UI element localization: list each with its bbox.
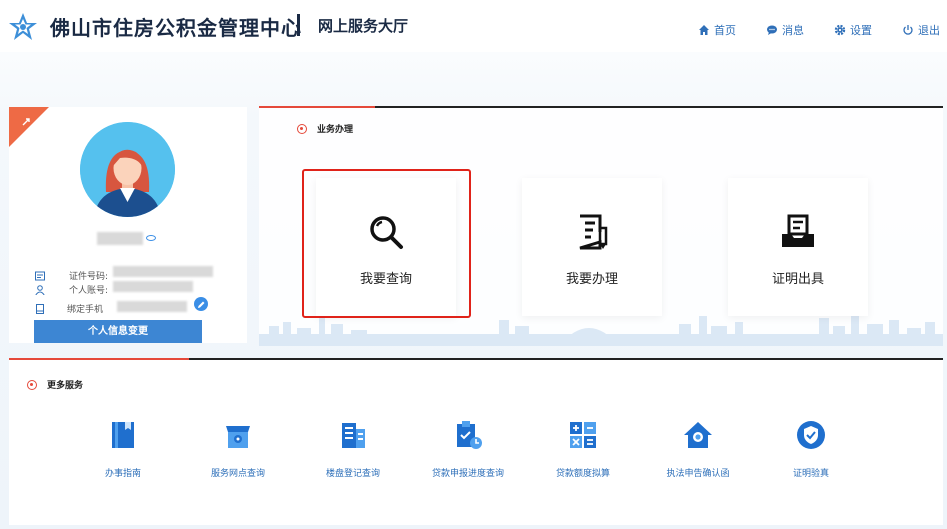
user-icon [35,284,45,295]
masked-id-number [113,266,213,277]
service-loan-progress[interactable]: 贷款申报进度查询 [413,420,523,479]
certificate-card-label: 证明出具 [771,272,824,287]
handle-card-label: 我要办理 [565,272,618,287]
eye-icon[interactable] [146,235,156,241]
nav-messages[interactable]: 消息 [766,22,804,38]
service-certificate-verify[interactable]: 证明验真 [756,420,866,479]
logout-icon [903,25,913,35]
home-icon [699,25,709,35]
message-icon [767,25,777,35]
site-subtitle: 网上服务大厅 [318,17,409,35]
service-enforcement-letter-label: 执法申告确认函 [666,469,730,479]
nav-home-label: 首页 [714,24,736,37]
service-outlet-icon [226,426,250,448]
phone-icon [36,303,44,314]
guide-book-icon [112,422,134,448]
calculator-icon [570,422,596,448]
phone-row: 绑定手机 [35,302,103,315]
avatar-illustration-icon [80,122,175,217]
avatar [80,122,175,217]
shield-check-icon [797,421,825,449]
masked-account-number [113,281,193,292]
phone-label: 绑定手机 [67,305,104,315]
header: 佛山市住房公积金管理中心 网上服务大厅 首页 消息 设置 退出 [0,0,947,52]
nav-settings-label: 设置 [850,24,872,37]
target-dot-icon [297,123,307,134]
id-row: 证件号码: [35,269,108,282]
business-section-label: 业务办理 [317,125,354,135]
masked-name [97,232,143,245]
logo-icon [9,13,37,40]
business-section-title: 业务办理 [297,122,353,135]
settings-icon [834,24,846,36]
service-guide[interactable]: 办事指南 [68,420,178,479]
nav-settings[interactable]: 设置 [834,22,872,38]
service-outlet-query[interactable]: 服务网点查询 [183,420,293,479]
more-services-panel: 更多服务 办事指南 服务网点查询 楼盘登记查询 贷款申报进度查询 贷款额度拟算 … [9,358,943,525]
more-divider-accent [9,358,189,360]
profile-card: 证件号码: 个人账号: 绑定手机 个人信息变更 [9,107,247,343]
document-edit-icon [579,214,608,250]
target-dot-icon [27,379,37,390]
profile-change-button[interactable]: 个人信息变更 [34,320,202,343]
nav-messages-label: 消息 [782,24,804,37]
id-label: 证件号码: [69,272,109,282]
masked-phone-number [117,301,187,312]
title-divider [297,14,300,36]
nav-logout[interactable]: 退出 [902,22,940,38]
nav-home[interactable]: 首页 [698,22,736,38]
corner-badge-icon[interactable] [9,107,57,155]
service-guide-label: 办事指南 [104,469,141,479]
more-section-label: 更多服务 [47,381,84,391]
service-loan-calculator[interactable]: 贷款额度拟算 [528,420,638,479]
panel-divider-accent [259,106,375,108]
account-label: 个人账号: [69,286,109,296]
service-enforcement-letter[interactable]: 执法申告确认函 [643,420,753,479]
house-search-icon [684,422,712,448]
highlight-frame [302,169,471,318]
service-certificate-verify-label: 证明验真 [792,469,829,479]
handle-card[interactable]: 我要办理 [522,178,662,316]
more-section-title: 更多服务 [27,378,83,391]
service-building-query[interactable]: 楼盘登记查询 [298,420,408,479]
certificate-tray-icon [782,214,814,247]
service-building-query-label: 楼盘登记查询 [325,469,380,479]
id-card-icon [35,271,45,280]
service-outlet-query-label: 服务网点查询 [210,469,265,479]
edit-phone-icon[interactable] [194,297,208,311]
loan-progress-icon [457,421,482,449]
account-row: 个人账号: [35,283,108,296]
site-title: 佛山市住房公积金管理中心 [50,16,302,40]
nav-logout-label: 退出 [918,24,940,37]
certificate-card[interactable]: 证明出具 [728,178,868,316]
building-icon [342,423,365,448]
service-loan-progress-label: 贷款申报进度查询 [431,469,504,479]
service-loan-calculator-label: 贷款额度拟算 [555,469,610,479]
